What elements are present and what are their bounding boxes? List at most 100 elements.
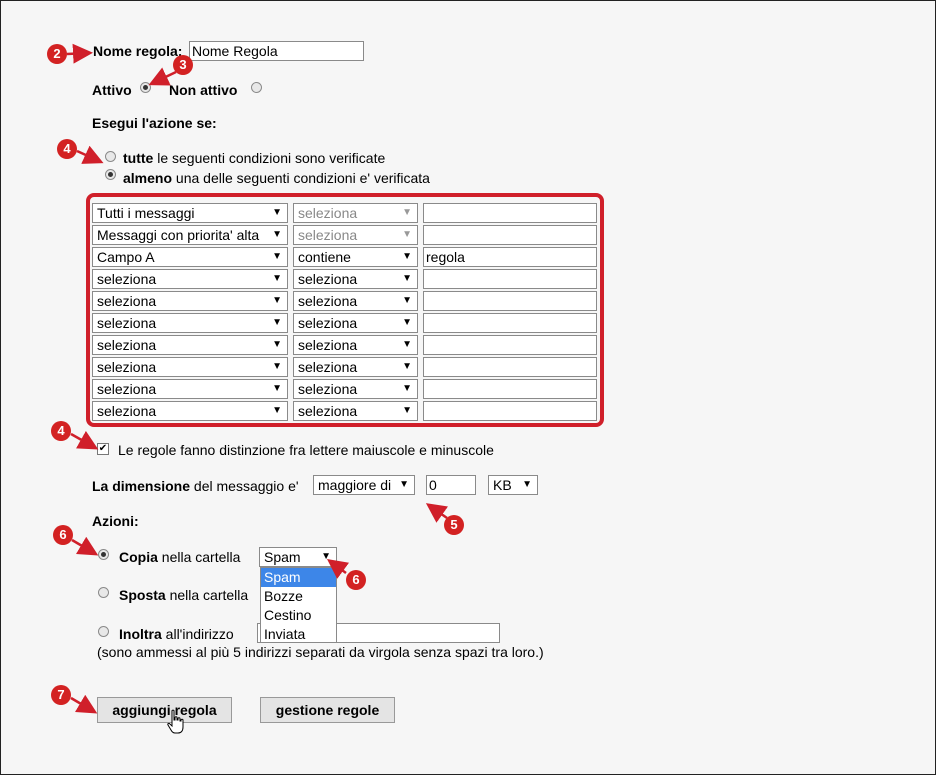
match-all-bold: tutte — [123, 150, 154, 166]
match-all-text: le seguenti condizioni sono verificate — [157, 150, 386, 166]
size-comparator-value: maggiore di — [318, 477, 392, 493]
condition-field-select[interactable]: seleziona ▼ — [92, 335, 288, 355]
condition-field-select[interactable]: Messaggi con priorita' alta ▼ — [92, 225, 288, 245]
condition-operator-select[interactable]: seleziona ▼ — [293, 269, 418, 289]
size-unit-select[interactable]: KB ▼ — [488, 475, 538, 495]
condition-field-select[interactable]: seleziona ▼ — [92, 357, 288, 377]
condition-operator-select[interactable]: seleziona ▼ — [293, 379, 418, 399]
chevron-down-icon: ▼ — [399, 479, 409, 490]
condition-field-select[interactable]: Tutti i messaggi ▼ — [92, 203, 288, 223]
condition-operator-select[interactable]: seleziona ▼ — [293, 357, 418, 377]
chevron-down-icon: ▼ — [522, 479, 532, 490]
copy-bold: Copia — [119, 549, 158, 565]
chevron-down-icon: ▼ — [402, 383, 412, 394]
badge-5: 5 — [444, 515, 464, 535]
badge-7: 7 — [51, 685, 71, 705]
condition-value-input[interactable] — [423, 313, 597, 333]
move-text: nella cartella — [169, 587, 249, 603]
size-value-input[interactable]: 0 — [426, 475, 476, 495]
size-label: La dimensione del messaggio e' — [92, 478, 299, 494]
active-radio[interactable] — [140, 82, 151, 93]
condition-field-select[interactable]: seleziona ▼ — [92, 313, 288, 333]
condition-field-value: seleziona — [97, 337, 157, 353]
chevron-down-icon: ▼ — [402, 273, 412, 284]
condition-field-value: seleziona — [97, 271, 157, 287]
add-rule-button[interactable]: aggiungi regola — [97, 697, 232, 723]
forward-note: (sono ammessi al più 5 indirizzi separat… — [97, 644, 544, 660]
match-all-radio[interactable] — [105, 151, 116, 162]
chevron-down-icon: ▼ — [402, 229, 412, 240]
match-any-label: almeno una delle seguenti condizioni e' … — [123, 170, 430, 186]
copy-radio[interactable] — [98, 549, 109, 560]
actions-heading: Azioni: — [92, 513, 139, 529]
inactive-radio[interactable] — [251, 82, 262, 93]
condition-field-select[interactable]: Campo A ▼ — [92, 247, 288, 267]
condition-value-input[interactable] — [423, 357, 597, 377]
forward-label: Inoltra all'indirizzo — [119, 626, 234, 642]
condition-value-input[interactable] — [423, 203, 597, 223]
chevron-down-icon: ▼ — [272, 295, 282, 306]
condition-operator-select[interactable]: seleziona ▼ — [293, 335, 418, 355]
condition-field-value: seleziona — [97, 293, 157, 309]
chevron-down-icon: ▼ — [272, 405, 282, 416]
condition-field-value: Tutti i messaggi — [97, 205, 195, 221]
folder-option[interactable]: Inviata — [261, 625, 336, 644]
size-bold: La dimensione — [92, 478, 191, 494]
condition-operator-value: seleziona — [298, 227, 358, 243]
chevron-down-icon: ▼ — [402, 339, 412, 350]
arrow-6a — [71, 536, 99, 556]
condition-operator-value: seleziona — [298, 293, 358, 309]
rule-name-input[interactable]: Nome Regola — [189, 41, 364, 61]
match-any-radio[interactable] — [105, 169, 116, 180]
chevron-down-icon: ▼ — [272, 207, 282, 218]
condition-operator-select[interactable]: seleziona ▼ — [293, 401, 418, 421]
condition-operator-value: seleziona — [298, 403, 358, 419]
condition-value-input[interactable] — [423, 269, 597, 289]
condition-field-select[interactable]: seleziona ▼ — [92, 269, 288, 289]
condition-field-value: seleziona — [97, 315, 157, 331]
condition-field-value: seleziona — [97, 359, 157, 375]
forward-bold: Inoltra — [119, 626, 162, 642]
copy-text: nella cartella — [161, 549, 241, 565]
chevron-down-icon: ▼ — [402, 405, 412, 416]
chevron-down-icon: ▼ — [272, 229, 282, 240]
condition-operator-select[interactable]: seleziona ▼ — [293, 313, 418, 333]
folder-dropdown-list: Spam Bozze Cestino Inviata — [260, 567, 337, 643]
condition-value-input[interactable] — [423, 291, 597, 311]
size-comparator-select[interactable]: maggiore di ▼ — [313, 475, 415, 495]
chevron-down-icon: ▼ — [272, 273, 282, 284]
size-unit-value: KB — [493, 477, 512, 493]
chevron-down-icon: ▼ — [402, 251, 412, 262]
condition-value-input[interactable] — [423, 225, 597, 245]
badge-2: 2 — [47, 44, 67, 64]
folder-option[interactable]: Cestino — [261, 606, 336, 625]
copy-folder-select[interactable]: Spam ▼ — [259, 547, 337, 567]
condition-value-input[interactable] — [423, 379, 597, 399]
condition-value-input[interactable]: regola — [423, 247, 597, 267]
conditions-heading: Esegui l'azione se: — [92, 115, 217, 131]
badge-6b: 6 — [346, 570, 366, 590]
move-radio[interactable] — [98, 587, 109, 598]
condition-operator-select[interactable]: contiene ▼ — [293, 247, 418, 267]
condition-operator-value: contiene — [298, 249, 351, 265]
case-sensitive-checkbox[interactable]: ✔ — [97, 443, 109, 455]
badge-4b: 4 — [51, 421, 71, 441]
arrow-7 — [70, 694, 98, 714]
condition-field-select[interactable]: seleziona ▼ — [92, 379, 288, 399]
condition-operator-select[interactable]: seleziona ▼ — [293, 291, 418, 311]
condition-operator-select[interactable]: seleziona ▼ — [293, 225, 418, 245]
condition-operator-select[interactable]: seleziona ▼ — [293, 203, 418, 223]
hand-cursor-icon — [167, 709, 184, 734]
condition-field-select[interactable]: seleziona ▼ — [92, 291, 288, 311]
arrow-5 — [425, 503, 449, 523]
match-all-label: tutte le seguenti condizioni sono verifi… — [123, 150, 385, 166]
forward-radio[interactable] — [98, 626, 109, 637]
manage-rules-button[interactable]: gestione regole — [260, 697, 395, 723]
folder-option[interactable]: Bozze — [261, 587, 336, 606]
condition-operator-value: seleziona — [298, 359, 358, 375]
folder-option[interactable]: Spam — [261, 568, 336, 587]
arrow-4b — [70, 430, 99, 450]
condition-value-input[interactable] — [423, 401, 597, 421]
condition-value-input[interactable] — [423, 335, 597, 355]
condition-field-select[interactable]: seleziona ▼ — [92, 401, 288, 421]
